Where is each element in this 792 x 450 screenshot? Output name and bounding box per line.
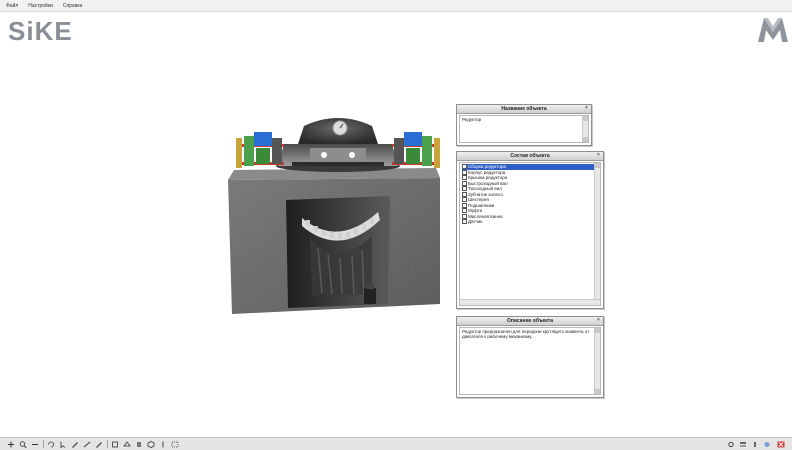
object-tree-list[interactable]: Сборка редуктора Корпус редуктора Крышка… (459, 162, 601, 306)
zoom-in-icon[interactable] (18, 440, 28, 448)
settings-icon[interactable] (726, 440, 736, 448)
menu-item-file[interactable]: Файл (6, 0, 18, 12)
tree-item-label: Подшипники (468, 202, 495, 208)
view-front-icon[interactable] (110, 440, 120, 448)
object-name-panel: Название объекта × Редуктор (456, 104, 592, 146)
checkbox-icon[interactable] (462, 208, 467, 214)
menu-item-settings[interactable]: Настройки (28, 0, 53, 12)
scroll-up-icon[interactable] (595, 163, 600, 168)
scroll-down-icon[interactable] (595, 389, 600, 394)
split-icon[interactable] (158, 440, 168, 448)
scrollbar-vertical[interactable] (594, 328, 600, 394)
checkbox-icon[interactable] (462, 202, 467, 208)
close-icon[interactable]: × (584, 106, 589, 111)
object-name-value: Редуктор (462, 117, 482, 122)
fit-icon[interactable] (170, 440, 180, 448)
measure-icon[interactable] (82, 440, 92, 448)
scrollbar-vertical[interactable] (582, 116, 588, 142)
object-tree-panel-title: Состав объекта × (457, 152, 603, 161)
scroll-down-icon[interactable] (583, 137, 588, 142)
layers-icon[interactable] (738, 440, 748, 448)
tree-item-label: Шестерня (468, 197, 489, 203)
checkbox-icon[interactable] (462, 169, 467, 175)
pan-icon[interactable] (6, 440, 16, 448)
object-tree-panel: Состав объекта × Сборка редуктора Корпус… (456, 151, 604, 309)
object-name-field[interactable]: Редуктор (459, 115, 589, 143)
checkbox-icon[interactable] (462, 175, 467, 181)
checkbox-icon[interactable] (462, 164, 467, 170)
scroll-up-icon[interactable] (583, 116, 588, 121)
tree-item-label: Тихоходный вал (468, 186, 502, 192)
checkbox-icon[interactable] (462, 186, 467, 192)
3d-viewport[interactable] (222, 108, 446, 318)
tree-item-label: Корпус редуктора (468, 169, 506, 175)
object-name-title-text: Название объекта (501, 106, 547, 112)
checkbox-icon[interactable] (462, 191, 467, 197)
view-top-icon[interactable] (122, 440, 132, 448)
menu-item-help[interactable]: Справка (63, 0, 83, 12)
tree-item-label: Крышка редуктора (468, 175, 508, 181)
edit-icon[interactable] (70, 440, 80, 448)
object-description-panel-title: Описание объекта × (457, 317, 603, 326)
object-name-panel-title: Название объекта × (457, 105, 591, 114)
tree-item-label: Быстроходный вал (468, 180, 508, 186)
object-description-panel: Описание объекта × Редуктор предназначен… (456, 316, 604, 398)
close-icon[interactable] (776, 440, 786, 448)
info-icon[interactable] (750, 440, 760, 448)
tree-item-label: Муфта (468, 208, 483, 214)
view-side-icon[interactable] (134, 440, 144, 448)
scrollbar-vertical[interactable] (594, 163, 600, 305)
scrollbar-horizontal[interactable] (460, 299, 600, 305)
close-icon[interactable]: × (596, 153, 601, 158)
tree-item-label: Датчик (468, 219, 483, 225)
object-description-title-text: Описание объекта (506, 318, 554, 324)
tree-item-label: Масляная ванна (468, 213, 503, 219)
gearbox-model[interactable] (222, 108, 446, 318)
object-description-value: Редуктор предназначен для передачи крутя… (462, 329, 590, 339)
view-iso-icon[interactable] (146, 440, 156, 448)
menu-bar: Файл Настройки Справка (0, 0, 792, 12)
tree-item-label: Сборка редуктора (468, 164, 506, 170)
help-icon[interactable] (762, 440, 772, 448)
object-tree-title-text: Состав объекта (510, 153, 550, 159)
close-icon[interactable]: × (596, 318, 601, 323)
checkbox-icon[interactable] (462, 197, 467, 203)
tree-item[interactable]: Датчик (462, 219, 598, 225)
edit-icon[interactable] (94, 440, 104, 448)
app-logo: SiKE (8, 16, 73, 46)
checkbox-icon[interactable] (462, 219, 467, 225)
brand-m-icon (758, 18, 788, 42)
checkbox-icon[interactable] (462, 213, 467, 219)
select-icon[interactable] (58, 440, 68, 448)
object-description-field[interactable]: Редуктор предназначен для передачи крутя… (459, 327, 601, 395)
zoom-out-icon[interactable] (30, 440, 40, 448)
rotate-icon[interactable] (46, 440, 56, 448)
tree-item-label: Зубчатое колесо (468, 191, 503, 197)
checkbox-icon[interactable] (462, 180, 467, 186)
bottom-toolbar (0, 437, 792, 450)
scroll-up-icon[interactable] (595, 328, 600, 333)
